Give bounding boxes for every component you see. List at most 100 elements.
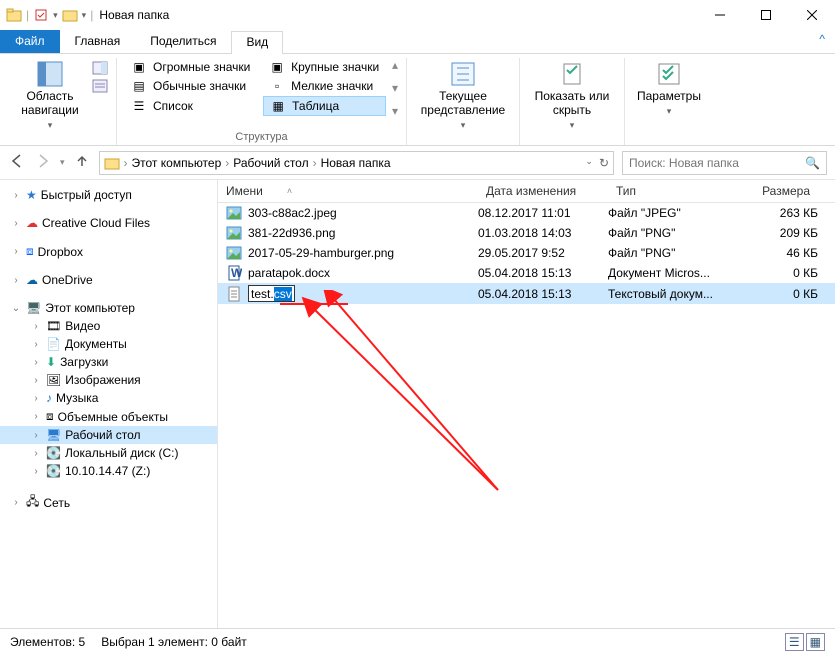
chevron-icon[interactable]: › bbox=[122, 156, 130, 170]
normal-icons-button[interactable]: ▤Обычные значки bbox=[125, 77, 257, 95]
svg-text:W: W bbox=[231, 266, 242, 280]
preview-pane-icon[interactable] bbox=[92, 60, 108, 76]
expand-icon[interactable]: › bbox=[10, 190, 22, 201]
sidebar-item-quick[interactable]: ›★Быстрый доступ bbox=[0, 186, 217, 204]
search-icon[interactable]: 🔍 bbox=[805, 156, 820, 170]
desktop-icon: 🖥 bbox=[46, 428, 61, 442]
col-name[interactable]: Имени bbox=[226, 184, 263, 198]
sidebar-item-dropbox[interactable]: ›⧈Dropbox bbox=[0, 242, 217, 261]
file-icon bbox=[226, 205, 242, 221]
collapse-icon[interactable]: ⌄ bbox=[10, 303, 22, 314]
large-view-icon[interactable]: ▦ bbox=[806, 633, 825, 651]
sidebar-item-ccf[interactable]: ›☁Creative Cloud Files bbox=[0, 214, 217, 232]
crumb-desktop[interactable]: Рабочий стол bbox=[233, 156, 308, 170]
expand-icon[interactable]: › bbox=[10, 218, 22, 229]
tab-file[interactable]: Файл bbox=[0, 30, 60, 53]
file-name: 381-22d936.png bbox=[248, 226, 335, 240]
current-view-button[interactable]: Текущее представление▾ bbox=[415, 58, 511, 132]
ribbon: Область навигации ▾ ▣Огромные значки ▣Кр… bbox=[0, 54, 835, 146]
file-icon bbox=[226, 286, 242, 302]
details-pane-icon[interactable] bbox=[92, 78, 108, 94]
sidebar-item-onedrive[interactable]: ›☁OneDrive bbox=[0, 271, 217, 289]
col-size[interactable]: Размера bbox=[738, 184, 818, 198]
file-type: Документ Micros... bbox=[608, 266, 738, 280]
close-button[interactable] bbox=[789, 0, 835, 30]
list-button[interactable]: ☰Список bbox=[125, 96, 257, 116]
sort-asc-icon[interactable]: ˄ bbox=[287, 186, 292, 196]
ribbon-group-currentview: Текущее представление▾ bbox=[407, 58, 520, 145]
small-icons-icon: ▫ bbox=[269, 78, 285, 94]
table-button[interactable]: ▦Таблица bbox=[263, 96, 386, 116]
huge-icons-button[interactable]: ▣Огромные значки bbox=[125, 58, 257, 76]
back-button[interactable] bbox=[8, 152, 26, 173]
sidebar-item-pc[interactable]: ⌄🖥Этот компьютер bbox=[0, 299, 217, 317]
table-row[interactable]: 2017-05-29-hamburger.png 29.05.2017 9:52… bbox=[218, 243, 835, 263]
crumb-folder[interactable]: Новая папка bbox=[321, 156, 391, 170]
forward-button[interactable] bbox=[34, 152, 52, 173]
chevron-icon[interactable]: › bbox=[311, 156, 319, 170]
qat-separator2: | bbox=[90, 8, 93, 22]
layout-scroller[interactable]: ▴▾▾ bbox=[392, 58, 398, 118]
column-headers[interactable]: Имени ˄ Дата изменения Тип Размера bbox=[218, 180, 835, 203]
show-hide-button[interactable]: Показать или скрыть▾ bbox=[528, 58, 616, 132]
file-date: 08.12.2017 11:01 bbox=[478, 206, 608, 220]
chevron-icon[interactable]: › bbox=[223, 156, 231, 170]
details-view-icon[interactable]: ☰ bbox=[785, 633, 804, 651]
search-box[interactable]: 🔍 bbox=[622, 151, 827, 175]
expand-icon[interactable]: › bbox=[10, 246, 22, 257]
breadcrumb[interactable]: › Этот компьютер › Рабочий стол › Новая … bbox=[99, 151, 614, 175]
file-name: paratapok.docx bbox=[248, 266, 330, 280]
minimize-button[interactable] bbox=[697, 0, 743, 30]
sidebar-item-video[interactable]: ›🎞Видео bbox=[0, 317, 217, 335]
sidebar-item-3d[interactable]: ›⧈Объемные объекты bbox=[0, 407, 217, 426]
col-date[interactable]: Дата изменения bbox=[478, 184, 608, 198]
tab-share[interactable]: Поделиться bbox=[135, 30, 231, 53]
expand-icon[interactable]: › bbox=[10, 275, 22, 286]
sidebar-item-downloads[interactable]: ›⬇Загрузки bbox=[0, 353, 217, 371]
music-icon: ♪ bbox=[46, 391, 52, 405]
large-icons-button[interactable]: ▣Крупные значки bbox=[263, 58, 386, 76]
properties-icon[interactable] bbox=[33, 7, 49, 23]
table-row[interactable]: Wparatapok.docx 05.04.2018 15:13 Докумен… bbox=[218, 263, 835, 283]
tab-view[interactable]: Вид bbox=[231, 31, 283, 54]
sidebar-item-zdisk[interactable]: ›💽10.10.14.47 (Z:) bbox=[0, 462, 217, 480]
sidebar-item-network[interactable]: ›🖧Сеть bbox=[0, 490, 217, 515]
netdisk-icon: 💽 bbox=[46, 464, 61, 478]
maximize-button[interactable] bbox=[743, 0, 789, 30]
cube-icon: ⧈ bbox=[46, 409, 54, 424]
options-label: Параметры bbox=[637, 90, 701, 104]
tab-home[interactable]: Главная bbox=[60, 30, 136, 53]
file-name: 2017-05-29-hamburger.png bbox=[248, 246, 394, 260]
table-row[interactable]: 381-22d936.png 01.03.2018 14:03 Файл "PN… bbox=[218, 223, 835, 243]
table-row[interactable]: 303-c88ac2.jpeg 08.12.2017 11:01 Файл "J… bbox=[218, 203, 835, 223]
rename-input[interactable]: test.csv bbox=[248, 285, 295, 302]
refresh-icon[interactable]: ↻ bbox=[599, 156, 609, 170]
disk-icon: 💽 bbox=[46, 446, 61, 460]
sidebar-item-docs[interactable]: ›📄Документы bbox=[0, 335, 217, 353]
qat-dropdown2-icon[interactable]: ▾ bbox=[82, 10, 87, 21]
small-icons-button[interactable]: ▫Мелкие значки bbox=[263, 77, 386, 95]
monitor-icon: 🖥 bbox=[26, 301, 41, 315]
file-icon: W bbox=[226, 265, 242, 281]
sidebar-item-desktop[interactable]: ›🖥Рабочий стол bbox=[0, 426, 217, 444]
sidebar-item-music[interactable]: ›♪Музыка bbox=[0, 389, 217, 407]
col-type[interactable]: Тип bbox=[608, 184, 738, 198]
table-row[interactable]: test.csv 05.04.2018 15:13 Текстовый доку… bbox=[218, 283, 835, 304]
address-dropdown-icon[interactable]: ⌄ bbox=[585, 156, 593, 170]
file-size: 46 КБ bbox=[738, 246, 818, 260]
status-bar: Элементов: 5 Выбран 1 элемент: 0 байт ☰ … bbox=[0, 628, 835, 654]
navigation-pane-button[interactable]: Область навигации ▾ bbox=[14, 58, 86, 132]
options-button[interactable]: Параметры ▾ bbox=[633, 58, 705, 118]
sidebar-item-pics[interactable]: ›🖼Изображения bbox=[0, 371, 217, 389]
qat-dropdown-icon[interactable]: ▾ bbox=[53, 10, 58, 21]
cloud-icon: ☁ bbox=[26, 216, 38, 230]
up-button[interactable] bbox=[73, 152, 91, 173]
search-input[interactable] bbox=[629, 156, 805, 170]
file-icon bbox=[226, 225, 242, 241]
crumb-pc[interactable]: Этот компьютер bbox=[132, 156, 222, 170]
history-dropdown-icon[interactable]: ▾ bbox=[60, 157, 65, 168]
file-size: 263 КБ bbox=[738, 206, 818, 220]
ribbon-collapse-icon[interactable]: ^ bbox=[809, 30, 835, 53]
sidebar-item-cdisk[interactable]: ›💽Локальный диск (C:) bbox=[0, 444, 217, 462]
large-icons-icon: ▣ bbox=[269, 59, 285, 75]
